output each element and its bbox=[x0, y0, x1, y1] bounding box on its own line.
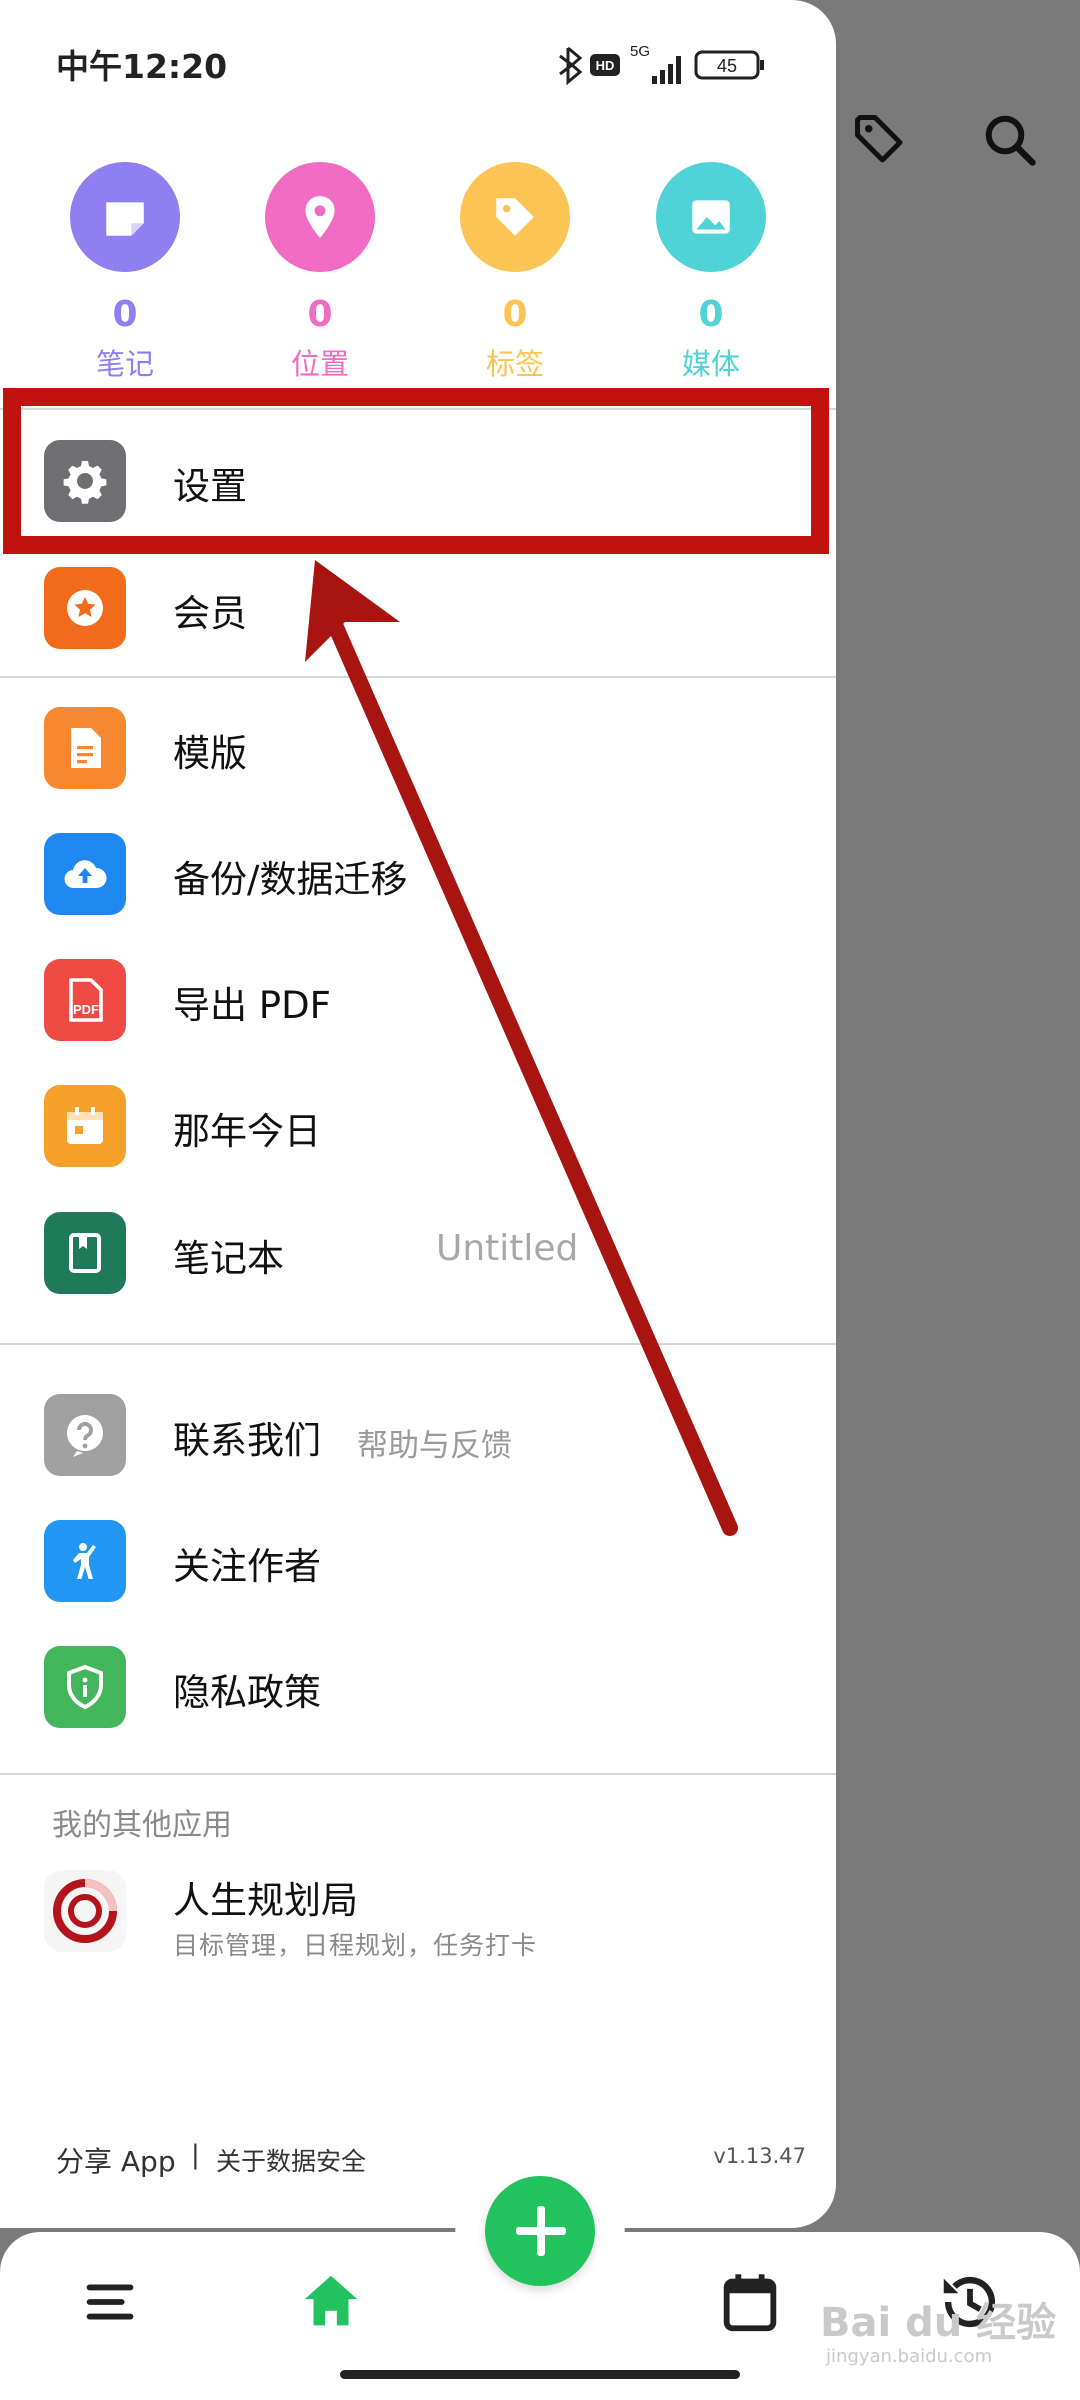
background-toolbar bbox=[850, 110, 1080, 190]
svg-text:5G: 5G bbox=[630, 43, 650, 60]
drawer-footer: 分享 App | 关于数据安全 v1.13.47 bbox=[56, 2140, 806, 2180]
other-app-description: 目标管理，日程规划，任务打卡 bbox=[173, 1931, 538, 1960]
stat-locations[interactable]: 0 位置 bbox=[240, 162, 400, 383]
app-version: v1.13.47 bbox=[713, 2144, 806, 2168]
help-icon bbox=[44, 1394, 126, 1476]
svg-text:HD: HD bbox=[596, 58, 615, 73]
data-security-link[interactable]: 关于数据安全 bbox=[216, 2142, 366, 2178]
stat-tags[interactable]: 0 标签 bbox=[435, 162, 595, 383]
image-icon bbox=[656, 162, 766, 272]
location-pin-icon bbox=[265, 162, 375, 272]
plus-icon bbox=[516, 2206, 566, 2256]
share-app-link[interactable]: 分享 App bbox=[56, 2140, 176, 2180]
life-planner-logo-icon bbox=[44, 1870, 126, 1952]
notebook-icon bbox=[44, 1212, 126, 1294]
stats-row: 0 笔记 0 位置 0 标签 0 媒体 bbox=[0, 162, 836, 392]
menu-item-privacy[interactable]: 隐私政策 bbox=[0, 1632, 836, 1742]
menu-item-follow-author[interactable]: 关注作者 bbox=[0, 1506, 836, 1616]
other-app-item[interactable]: 人生规划局 目标管理，日程规划，任务打卡 bbox=[0, 1860, 836, 1970]
menu-item-contact[interactable]: 联系我们 帮助与反馈 bbox=[0, 1380, 836, 1490]
status-bar: 中午12:20 HD 5G 45 bbox=[56, 40, 796, 90]
other-app-name: 人生规划局 bbox=[173, 1879, 358, 1922]
menu-item-on-this-day[interactable]: 那年今日 bbox=[0, 1071, 836, 1181]
calendar-icon[interactable] bbox=[715, 2267, 785, 2337]
system-status-icons: HD 5G 45 bbox=[559, 43, 764, 86]
divider bbox=[0, 676, 836, 678]
tag-icon[interactable] bbox=[850, 110, 910, 170]
calendar-icon bbox=[44, 1085, 126, 1167]
search-icon[interactable] bbox=[980, 110, 1040, 170]
menu-item-settings[interactable]: 设置 bbox=[0, 426, 836, 536]
svg-text:45: 45 bbox=[717, 56, 737, 76]
footer-separator: | bbox=[191, 2140, 200, 2170]
watermark: Bai du 经验 bbox=[820, 2300, 1057, 2346]
menu-item-notebook[interactable]: 笔记本 Untitled bbox=[0, 1198, 836, 1308]
shield-icon bbox=[44, 1646, 126, 1728]
stat-notes[interactable]: 0 笔记 bbox=[45, 162, 205, 383]
divider bbox=[0, 408, 836, 410]
add-note-button[interactable] bbox=[485, 2176, 595, 2286]
menu-item-export-pdf[interactable]: PDF 导出 PDF bbox=[0, 945, 836, 1055]
gear-icon bbox=[44, 440, 126, 522]
divider bbox=[0, 1773, 836, 1775]
divider bbox=[0, 1343, 836, 1345]
svg-text:PDF: PDF bbox=[73, 1002, 99, 1017]
home-icon[interactable] bbox=[296, 2267, 366, 2337]
cloud-upload-icon bbox=[44, 833, 126, 915]
pdf-file-icon: PDF bbox=[44, 959, 126, 1041]
tag-icon bbox=[460, 162, 570, 272]
status-time: 中午12:20 bbox=[56, 47, 228, 86]
document-icon bbox=[44, 707, 126, 789]
navigation-drawer: 中午12:20 HD 5G 45 0 笔记 0 位置 0 标签 0 媒体 设置 … bbox=[0, 0, 836, 2228]
home-indicator[interactable] bbox=[340, 2370, 740, 2379]
menu-icon[interactable] bbox=[75, 2267, 145, 2337]
menu-item-backup[interactable]: 备份/数据迁移 bbox=[0, 819, 836, 929]
menu-item-templates[interactable]: 模版 bbox=[0, 693, 836, 803]
menu-item-membership[interactable]: 会员 bbox=[0, 553, 836, 663]
contact-hint: 帮助与反馈 bbox=[357, 1428, 512, 1464]
stat-media[interactable]: 0 媒体 bbox=[631, 162, 791, 383]
star-badge-icon bbox=[44, 567, 126, 649]
notebook-name: Untitled bbox=[436, 1228, 579, 1269]
person-waving-icon bbox=[44, 1520, 126, 1602]
other-apps-title: 我的其他应用 bbox=[52, 1808, 232, 1843]
note-icon bbox=[70, 162, 180, 272]
watermark-url: jingyan.baidu.com bbox=[826, 2346, 993, 2367]
